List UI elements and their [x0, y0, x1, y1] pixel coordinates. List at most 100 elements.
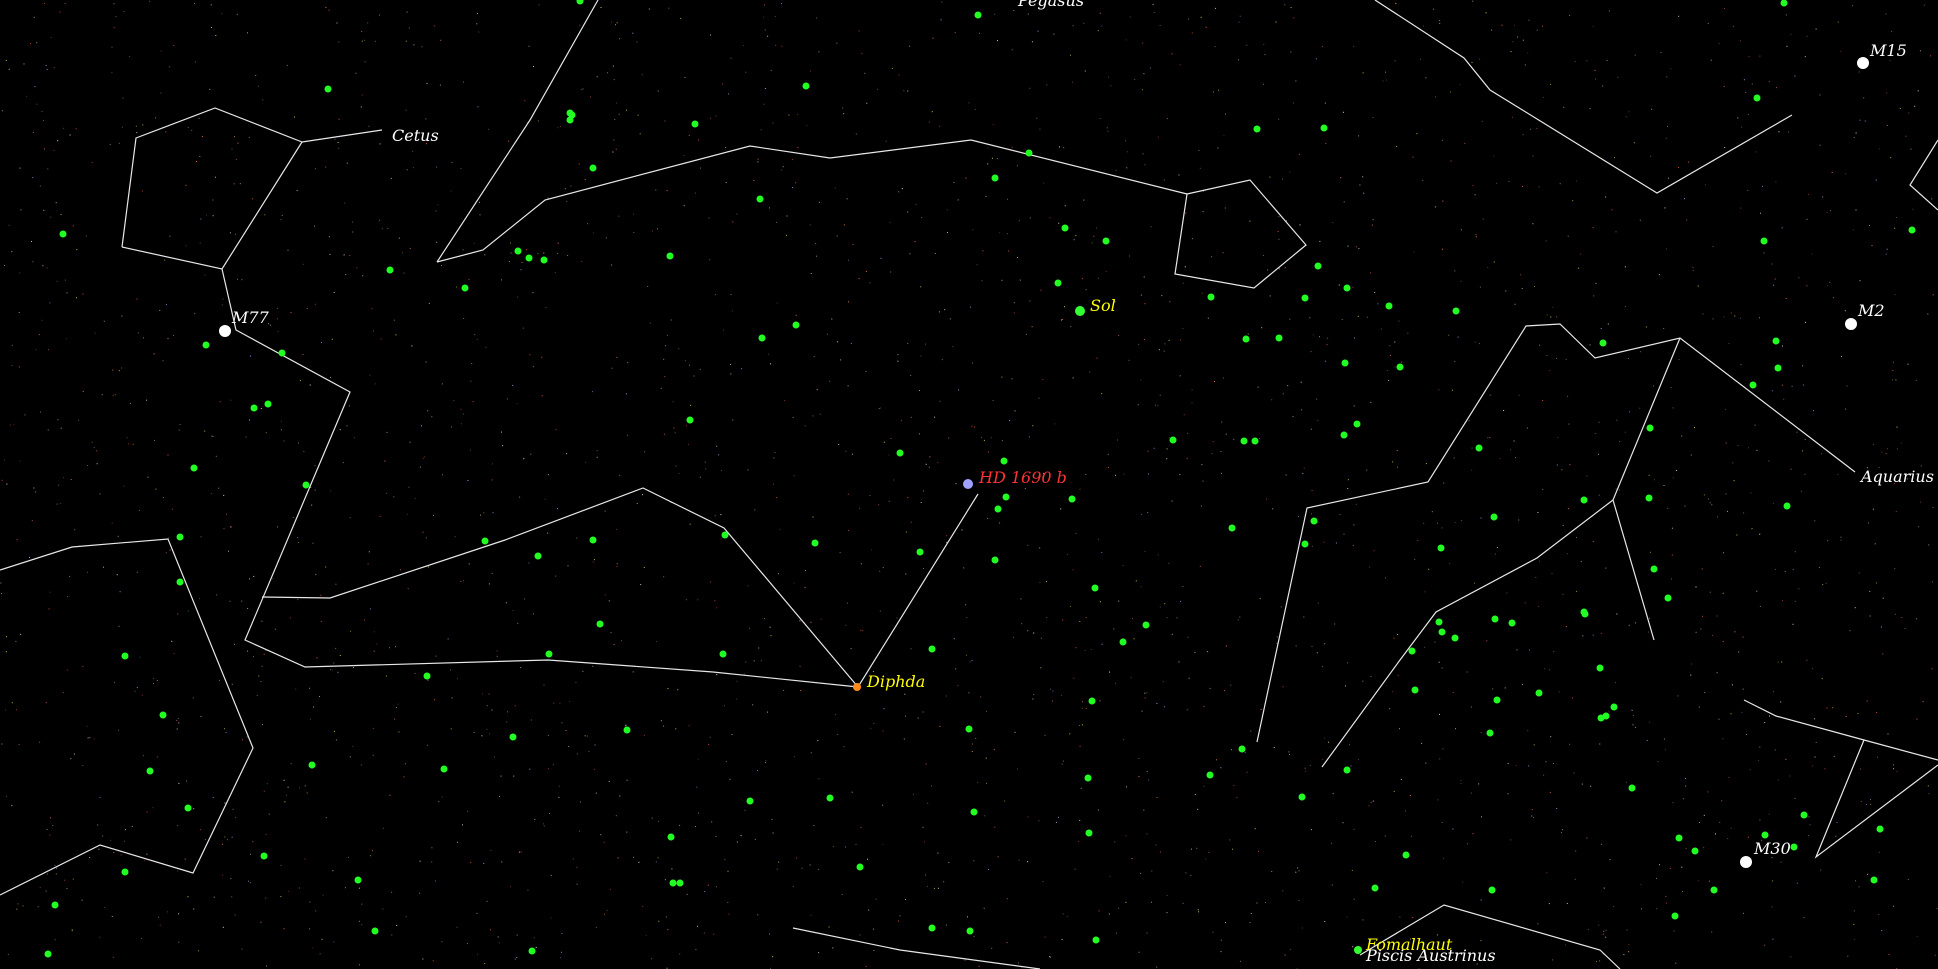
field-star: [308, 761, 316, 769]
field-star: [1628, 784, 1636, 792]
field-star: [525, 254, 533, 262]
field-star: [928, 924, 936, 932]
field-star: [856, 863, 864, 871]
field-star: [666, 252, 674, 260]
hd-1690-b-marker[interactable]: [963, 479, 973, 489]
exoplanet: HD 1690 b: [963, 468, 1067, 489]
m2-marker[interactable]: [1845, 318, 1857, 330]
field-star: [1870, 876, 1878, 884]
field-star: [386, 266, 394, 274]
field-star: [1488, 886, 1496, 894]
aquarius-label: Aquarius: [1859, 467, 1934, 486]
field-star: [545, 650, 553, 658]
field-star: [1240, 437, 1248, 445]
pegasus-label: Pegasus: [1017, 0, 1084, 10]
field-star: [1068, 495, 1076, 503]
piscis-austrinus-label: Piscis Austrinus: [1365, 946, 1496, 965]
field-star: [1408, 647, 1416, 655]
field-star: [721, 531, 729, 539]
m77-marker[interactable]: [219, 325, 231, 337]
star-map[interactable]: M77 M15 M2 M30 Sol Diphda Fomalhaut HD 1…: [0, 0, 1938, 969]
m77-label: M77: [231, 308, 270, 327]
field-star: [1749, 381, 1757, 389]
field-star: [1493, 696, 1501, 704]
field-star: [1301, 540, 1309, 548]
field-star: [1452, 307, 1460, 315]
field-star: [974, 11, 982, 19]
field-star: [1169, 436, 1177, 444]
field-star: [302, 481, 310, 489]
field-star: [1710, 886, 1718, 894]
field-star: [176, 533, 184, 541]
field-star: [991, 174, 999, 182]
field-star: [691, 120, 699, 128]
field-star: [1301, 294, 1309, 302]
field-star: [1353, 420, 1361, 428]
field-star: [1207, 293, 1215, 301]
field-star: [826, 794, 834, 802]
field-star: [324, 85, 332, 93]
field-star: [461, 284, 469, 292]
field-star: [1142, 621, 1150, 629]
field-star: [278, 349, 286, 357]
field-star: [1085, 829, 1093, 837]
field-star: [1490, 513, 1498, 521]
field-star: [1343, 766, 1351, 774]
hd-1690-b-label: HD 1690 b: [978, 468, 1067, 487]
field-star: [758, 334, 766, 342]
field-star: [566, 116, 574, 124]
field-star: [994, 505, 1002, 513]
field-star: [1314, 262, 1322, 270]
m2-label: M2: [1857, 301, 1885, 320]
field-star: [1475, 444, 1483, 452]
field-star: [1061, 224, 1069, 232]
field-star: [440, 765, 448, 773]
field-star: [1402, 851, 1410, 859]
m30-label: M30: [1753, 839, 1791, 858]
field-star: [596, 620, 604, 628]
field-star: [202, 341, 210, 349]
diphda-label: Diphda: [866, 672, 925, 691]
field-star: [676, 879, 684, 887]
field-star: [1876, 825, 1884, 833]
field-star: [1664, 594, 1672, 602]
sol-label: Sol: [1090, 296, 1116, 315]
field-star: [1228, 524, 1236, 532]
field-star: [1340, 431, 1348, 439]
field-star: [1088, 697, 1096, 705]
field-star: [1451, 634, 1459, 642]
field-star: [59, 230, 67, 238]
field-star: [1275, 334, 1283, 342]
field-star: [121, 652, 129, 660]
field-star: [589, 164, 597, 172]
field-star: [811, 539, 819, 547]
field-star: [1396, 363, 1404, 371]
field-star: [1535, 689, 1543, 697]
fomalhaut-marker[interactable]: [1354, 946, 1362, 954]
field-star: [1238, 745, 1246, 753]
field-star: [146, 767, 154, 775]
field-star: [1790, 843, 1798, 851]
field-star: [589, 536, 597, 544]
sol-marker[interactable]: [1075, 306, 1085, 316]
field-star: [481, 537, 489, 545]
field-star: [1602, 712, 1610, 720]
field-star: [1645, 494, 1653, 502]
field-star: [1251, 437, 1259, 445]
field-star: [1298, 793, 1306, 801]
m30-marker[interactable]: [1740, 856, 1752, 868]
field-star: [1596, 664, 1604, 672]
diphda-marker[interactable]: [853, 683, 861, 691]
field-star: [1508, 619, 1516, 627]
field-star: [51, 901, 59, 909]
field-star: [1610, 703, 1618, 711]
field-star: [190, 464, 198, 472]
field-star: [540, 256, 548, 264]
m15-marker[interactable]: [1857, 57, 1869, 69]
field-star: [1435, 618, 1443, 626]
field-star: [991, 556, 999, 564]
field-star: [1102, 237, 1110, 245]
field-star: [1206, 771, 1214, 779]
field-star: [970, 808, 978, 816]
field-star: [802, 82, 810, 90]
